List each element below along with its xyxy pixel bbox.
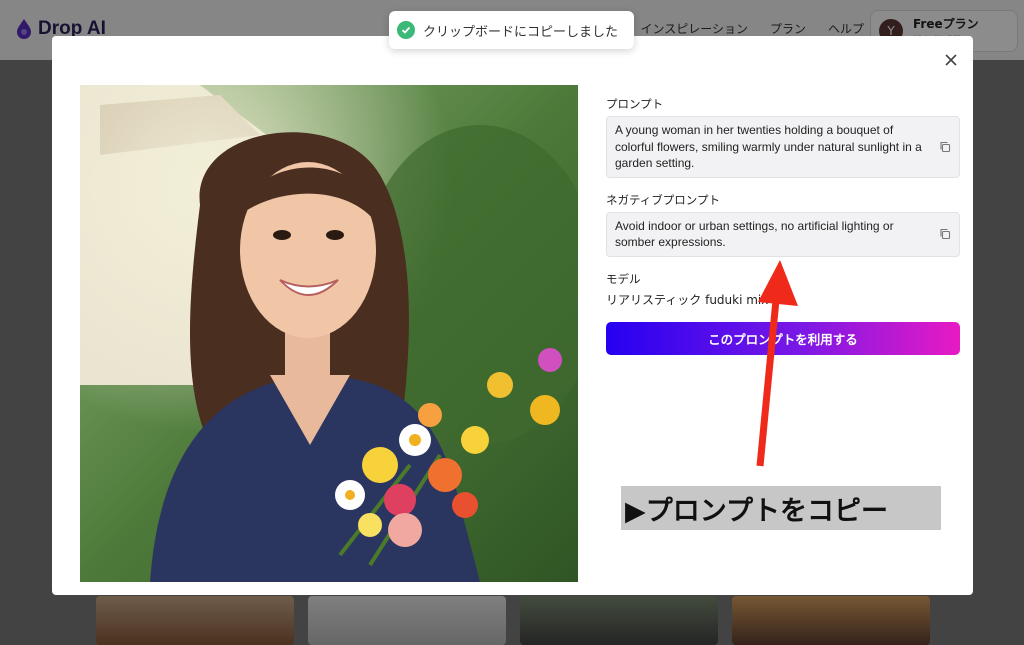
check-circle-icon xyxy=(397,21,415,39)
negative-prompt-text[interactable]: Avoid indoor or urban settings, no artif… xyxy=(606,211,960,257)
prompt-text[interactable]: A young woman in her twenties holding a … xyxy=(606,116,960,178)
annotation-arrow-icon xyxy=(756,260,798,467)
copy-icon[interactable] xyxy=(939,141,951,153)
close-icon[interactable] xyxy=(943,52,959,68)
prompt-label: プロンプト xyxy=(606,97,664,111)
copy-toast: クリップボードにコピーしました xyxy=(389,11,634,49)
prompt-text-content: A young woman in her twenties holding a … xyxy=(615,123,922,170)
generated-image xyxy=(80,85,578,582)
annotation-callout: ▶プロンプトをコピー xyxy=(621,486,941,530)
copy-icon[interactable] xyxy=(939,228,951,240)
negative-prompt-content: Avoid indoor or urban settings, no artif… xyxy=(615,218,894,250)
toast-message: クリップボードにコピーしました xyxy=(423,24,619,40)
negative-prompt-label: ネガティブプロンプト xyxy=(606,192,720,207)
